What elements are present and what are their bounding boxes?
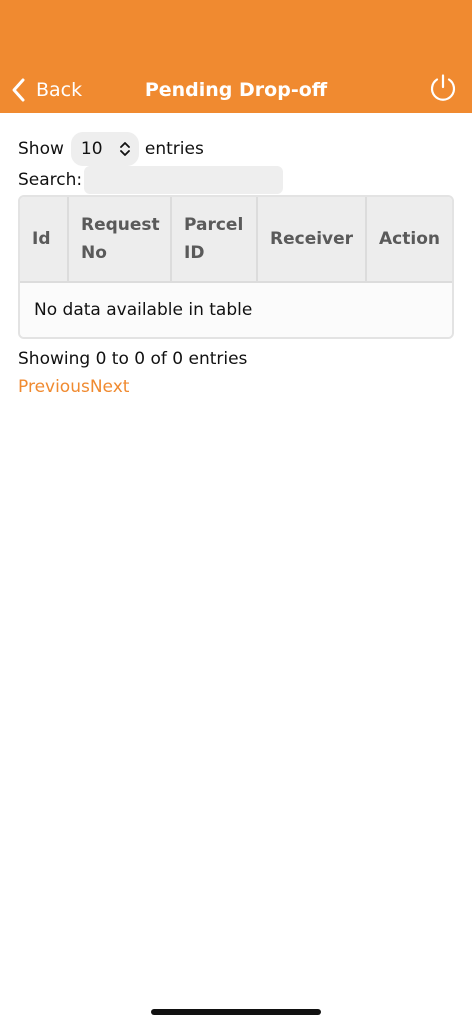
table-header-row: Id Request No Parcel ID Receiver Action <box>20 197 452 283</box>
power-icon[interactable] <box>428 73 458 103</box>
back-label: Back <box>36 79 83 101</box>
empty-table-message: No data available in table <box>20 282 452 337</box>
column-header-id[interactable]: Id <box>20 197 69 283</box>
data-table: Id Request No Parcel ID Receiver Action … <box>18 195 454 339</box>
search-label: Search: <box>18 170 83 190</box>
entries-value: 10 <box>80 139 103 159</box>
column-header-parcel-id[interactable]: Parcel ID <box>171 197 258 283</box>
up-down-chevron-icon <box>119 142 130 156</box>
entries-label: entries <box>144 139 204 159</box>
column-header-receiver[interactable]: Receiver <box>257 197 367 283</box>
column-header-request-no[interactable]: Request No <box>68 197 172 283</box>
show-label: Show <box>18 139 64 159</box>
header-bar: Back Pending Drop-off <box>0 0 472 113</box>
table-info: Showing 0 to 0 of 0 entries <box>18 349 248 369</box>
show-entries-row: Show 10 entries <box>18 132 454 166</box>
pagination: PreviousNext <box>18 373 454 401</box>
next-link[interactable]: Next <box>90 377 130 397</box>
previous-link[interactable]: Previous <box>18 377 90 397</box>
app-screen: Back Pending Drop-off Show 10 entries Se… <box>0 0 472 1024</box>
search-row: Search: <box>18 165 454 195</box>
entries-select[interactable]: 10 <box>70 132 139 166</box>
chevron-left-icon <box>12 78 25 102</box>
table-row: No data available in table <box>20 282 452 337</box>
back-button[interactable]: Back <box>10 76 82 104</box>
home-indicator <box>151 1009 321 1015</box>
column-header-action[interactable]: Action <box>366 197 452 283</box>
main-content: Show 10 entries Search: Id Request No Pa… <box>18 132 454 401</box>
search-input[interactable] <box>84 166 284 194</box>
